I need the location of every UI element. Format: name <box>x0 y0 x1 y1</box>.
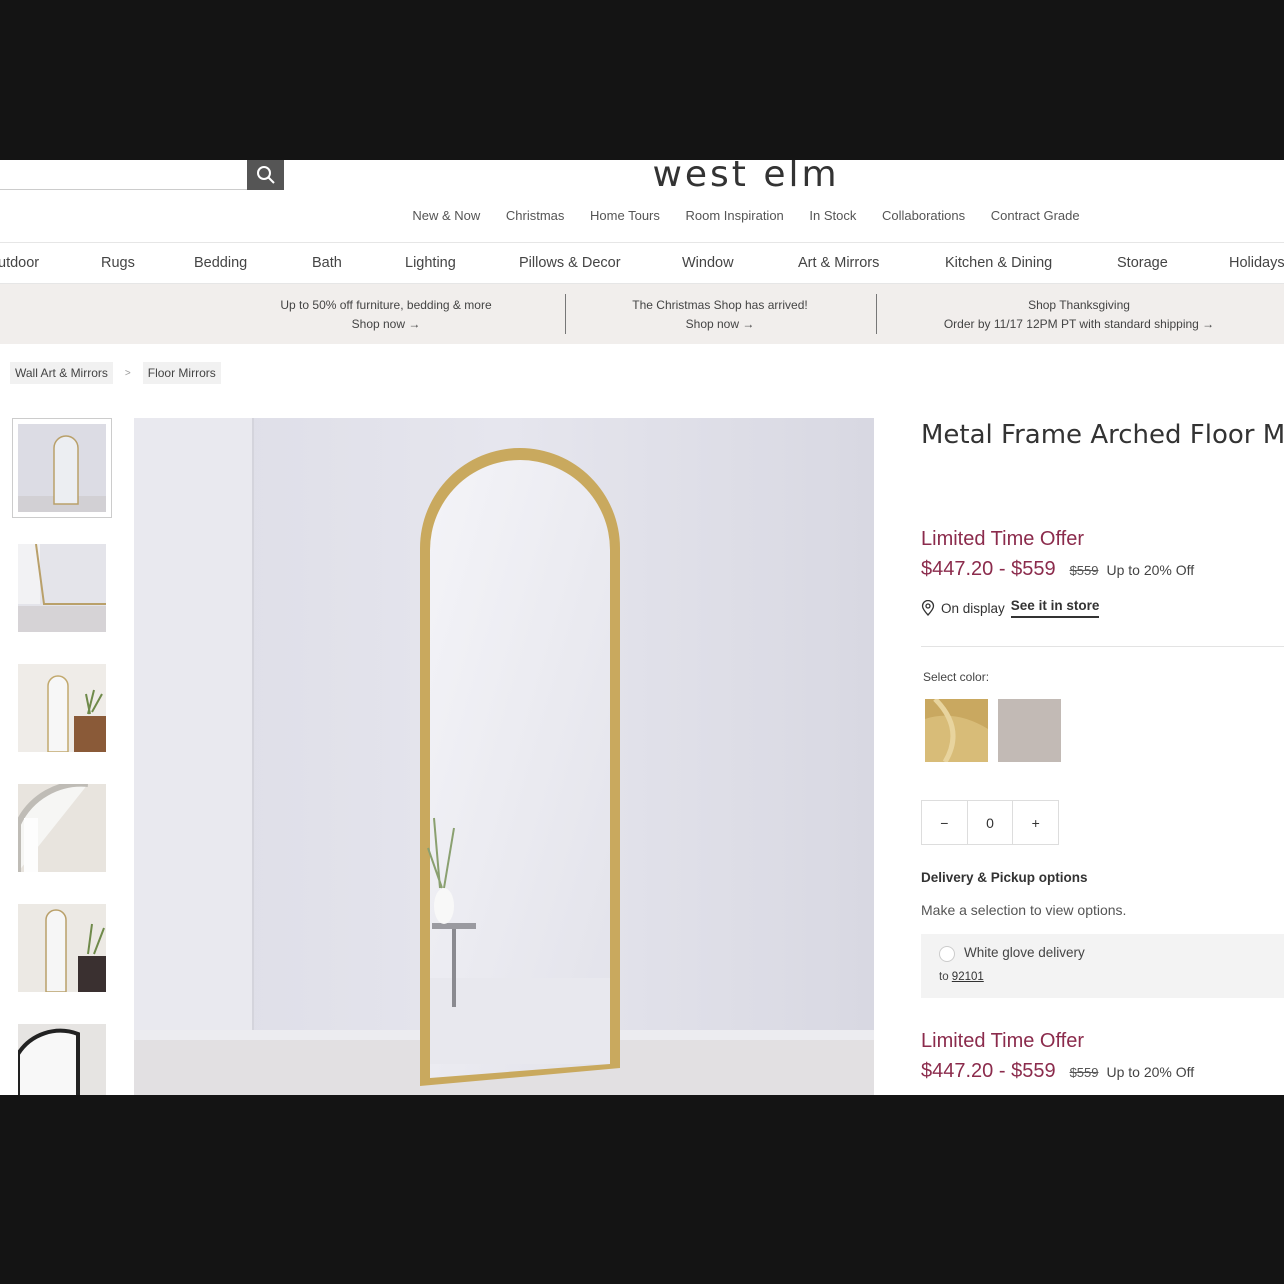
promo-divider <box>876 294 877 334</box>
breadcrumb-separator: > <box>124 367 131 379</box>
thumbnail-3[interactable] <box>18 664 106 752</box>
nav-collaborations[interactable]: Collaborations <box>882 208 965 223</box>
color-swatch-gray[interactable] <box>998 699 1061 762</box>
nav-in-stock[interactable]: In Stock <box>809 208 856 223</box>
cat-pillows-decor[interactable]: Pillows & Decor <box>519 255 621 271</box>
category-nav: utdoor Rugs Bedding Bath Lighting Pillow… <box>0 242 1284 284</box>
promo-christmas-text: The Christmas Shop has arrived! <box>632 298 808 312</box>
product-info: Metal Frame Arched Floor M Limited Time … <box>921 418 1284 1082</box>
promo-sale[interactable]: Up to 50% off furniture, bedding & more … <box>260 296 512 334</box>
product-title: Metal Frame Arched Floor M <box>921 420 1284 450</box>
zip-link[interactable]: 92101 <box>952 971 984 983</box>
brass-swatch-image <box>925 697 988 764</box>
price-range: $447.20 - $559 <box>921 558 1056 580</box>
promo-christmas-link[interactable]: Shop now → <box>612 315 828 334</box>
nav-contract-grade[interactable]: Contract Grade <box>991 208 1080 223</box>
cat-outdoor[interactable]: utdoor <box>0 255 39 271</box>
breadcrumb-wall-art-mirrors[interactable]: Wall Art & Mirrors <box>10 362 113 384</box>
limited-offer-label: Limited Time Offer <box>921 1030 1085 1052</box>
location-pin-icon <box>921 600 935 616</box>
promo-thanksgiving[interactable]: Shop Thanksgiving Order by 11/17 12PM PT… <box>926 296 1232 334</box>
quantity-plus-button[interactable]: + <box>1013 801 1058 844</box>
zip-prefix: to <box>939 971 949 983</box>
thumbnail-image <box>18 664 106 752</box>
price-block: $447.20 - $559 $559 Up to 20% Off <box>921 1060 1194 1083</box>
discount-text: Up to 20% Off <box>1106 1064 1195 1080</box>
thumbnail-image <box>18 904 106 992</box>
was-price: $559 <box>1069 1065 1099 1080</box>
quantity-minus-button[interactable]: − <box>922 801 968 844</box>
thumbnail-image <box>18 784 106 872</box>
thumbnail-image <box>18 1024 106 1095</box>
arched-mirror-image <box>134 418 874 1095</box>
breadcrumb: Wall Art & Mirrors > Floor Mirrors <box>10 362 221 384</box>
cat-lighting[interactable]: Lighting <box>405 255 456 271</box>
thumbnail-2[interactable] <box>18 544 106 632</box>
cat-rugs[interactable]: Rugs <box>101 255 135 271</box>
cat-bedding[interactable]: Bedding <box>194 255 247 271</box>
cat-window[interactable]: Window <box>682 255 734 271</box>
white-glove-radio[interactable] <box>939 946 955 962</box>
promo-divider <box>565 294 566 334</box>
delivery-subtitle: Make a selection to view options. <box>921 902 1127 918</box>
promo-thanksgiving-text: Shop Thanksgiving <box>1028 298 1130 312</box>
color-swatch-brass[interactable] <box>925 697 988 764</box>
quantity-input[interactable]: 0 <box>968 801 1014 844</box>
browser-page: west elm New & Now Christmas Home Tours … <box>0 160 1284 1095</box>
price-block: $447.20 - $559 $559 Up to 20% Off <box>921 558 1194 581</box>
white-glove-label: White glove delivery <box>964 945 1085 960</box>
was-price: $559 <box>1069 563 1099 578</box>
limited-offer-label: Limited Time Offer <box>921 528 1085 550</box>
product-main-image[interactable] <box>134 418 874 1095</box>
thumbnail-image <box>18 544 106 632</box>
cat-art-mirrors[interactable]: Art & Mirrors <box>798 255 879 271</box>
on-display-text: On display <box>941 600 1005 616</box>
nav-new-now[interactable]: New & Now <box>412 208 480 223</box>
thumbnail-6[interactable] <box>18 1024 106 1095</box>
on-display-row: On display See it in store <box>921 598 1100 618</box>
thumbnail-5[interactable] <box>18 904 106 992</box>
cat-storage[interactable]: Storage <box>1117 255 1168 271</box>
nav-room-inspiration[interactable]: Room Inspiration <box>686 208 784 223</box>
delivery-title: Delivery & Pickup options <box>921 870 1088 885</box>
promo-christmas[interactable]: The Christmas Shop has arrived! Shop now… <box>612 296 828 334</box>
thumbnail-4[interactable] <box>18 784 106 872</box>
white-glove-option[interactable]: White glove delivery to 92101 <box>921 934 1284 998</box>
quantity-stepper: − 0 + <box>921 800 1059 845</box>
promo-thanksgiving-link[interactable]: Order by 11/17 12PM PT with standard shi… <box>926 315 1232 334</box>
discount-text: Up to 20% Off <box>1106 562 1195 578</box>
select-color-label: Select color: <box>923 670 990 684</box>
zip-row: to 92101 <box>939 971 984 983</box>
divider <box>921 646 1284 647</box>
cat-holidays[interactable]: Holidays <box>1229 255 1284 271</box>
promo-sale-text: Up to 50% off furniture, bedding & more <box>280 298 492 312</box>
promo-banner: Up to 50% off furniture, bedding & more … <box>0 284 1284 344</box>
top-nav: New & Now Christmas Home Tours Room Insp… <box>0 208 1284 223</box>
promo-sale-link[interactable]: Shop now → <box>260 315 512 334</box>
cat-kitchen-dining[interactable]: Kitchen & Dining <box>945 255 1052 271</box>
nav-home-tours[interactable]: Home Tours <box>590 208 660 223</box>
nav-christmas[interactable]: Christmas <box>506 208 565 223</box>
breadcrumb-floor-mirrors[interactable]: Floor Mirrors <box>142 362 221 384</box>
thumbnail-1[interactable] <box>12 418 112 518</box>
cat-bath[interactable]: Bath <box>312 255 342 271</box>
see-in-store-link[interactable]: See it in store <box>1010 598 1100 618</box>
price-range: $447.20 - $559 <box>921 1060 1056 1082</box>
brand-logo[interactable]: west elm <box>0 160 1284 195</box>
thumbnail-image <box>18 424 106 512</box>
